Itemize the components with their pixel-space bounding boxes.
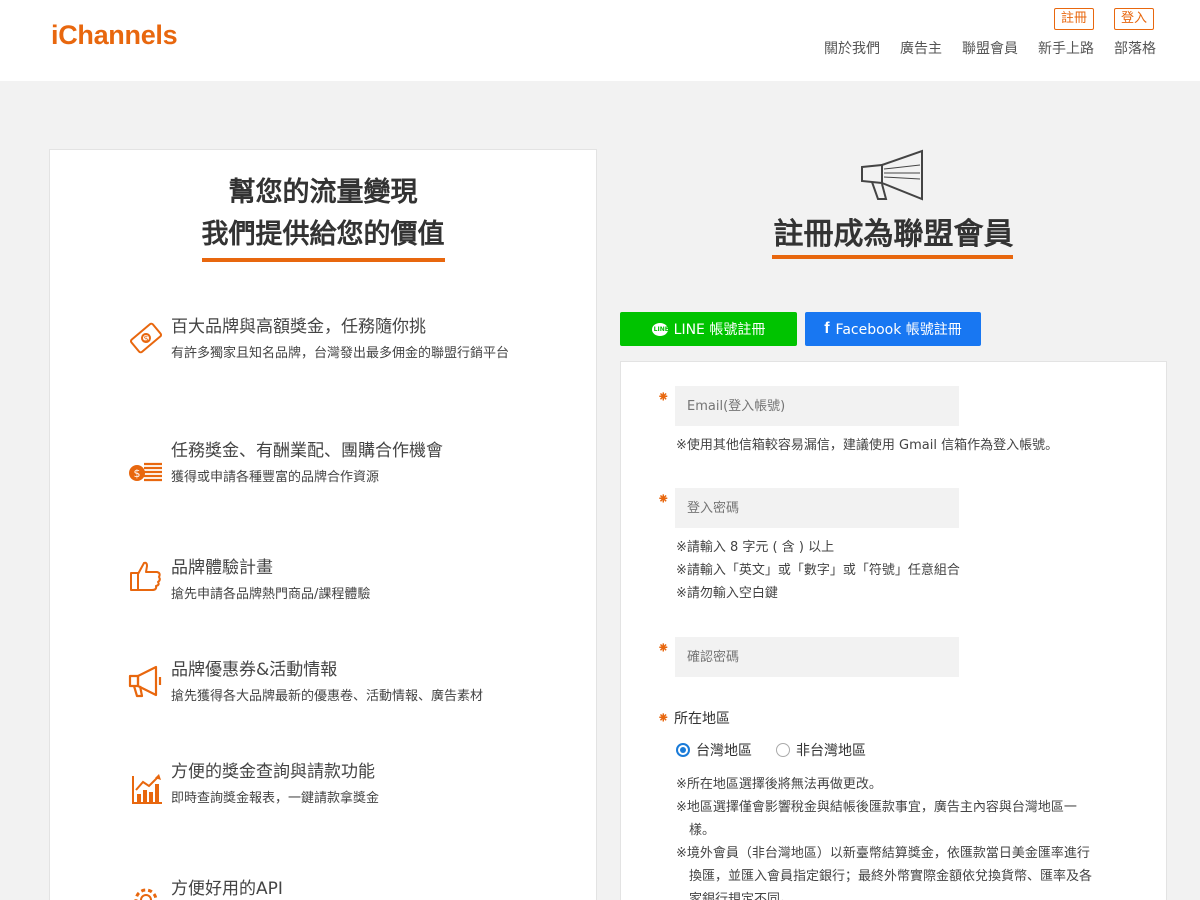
feature-desc: 搶先獲得各大品牌最新的優惠卷、活動情報、廣告素材 bbox=[171, 689, 484, 704]
nav-affiliate[interactable]: 聯盟會員 bbox=[962, 38, 1018, 58]
nav-blog[interactable]: 部落格 bbox=[1114, 38, 1156, 58]
nav-getting-started[interactable]: 新手上路 bbox=[1038, 38, 1094, 58]
value-title-line2: 我們提供給您的價值 bbox=[201, 219, 445, 250]
region-note: ※所在地區選擇後將無法再做更改。 bbox=[676, 777, 882, 792]
region-option-overseas[interactable]: 非台灣地區 bbox=[776, 740, 866, 760]
region-label: 所在地區 bbox=[674, 711, 730, 727]
region-note: 家銀行規定不同。 bbox=[676, 892, 794, 900]
main-nav: 關於我們 廣告主 聯盟會員 新手上路 部落格 bbox=[824, 38, 1156, 58]
value-panel: 幫您的流量變現 我們提供給您的價值 $ 百大品牌與高額獎金，任務隨你挑 有許多獨… bbox=[49, 149, 597, 900]
line-icon: LINE bbox=[651, 322, 669, 336]
feature-title: 品牌優惠券&活動情報 bbox=[171, 660, 338, 680]
megaphone-icon bbox=[861, 149, 923, 201]
login-button[interactable]: 登入 bbox=[1114, 8, 1155, 30]
region-note: 樣。 bbox=[676, 823, 716, 838]
chart-up-icon bbox=[132, 774, 162, 804]
register-title-underline bbox=[772, 255, 1013, 259]
email-note: ※使用其他信箱較容易漏信，建議使用 Gmail 信箱作為登入帳號。 bbox=[676, 438, 1059, 453]
required-mark: ⁕ bbox=[657, 490, 670, 508]
line-register-label: LINE 帳號註冊 bbox=[673, 322, 766, 338]
nav-advertiser[interactable]: 廣告主 bbox=[900, 38, 942, 58]
facebook-icon: f bbox=[824, 320, 830, 337]
title-underline bbox=[201, 258, 445, 262]
svg-text:$: $ bbox=[134, 467, 141, 480]
feature-title: 方便好用的API bbox=[171, 879, 283, 899]
radio-unchecked-icon[interactable] bbox=[776, 743, 790, 757]
password-note: ※請輸入「英文」或「數字」或「符號」任意組合 bbox=[676, 563, 960, 578]
region-notes: ※所在地區選擇後將無法再做更改。 ※地區選擇僅會影響稅金與結帳後匯款事宜，廣告主… bbox=[676, 773, 1092, 900]
register-title: 註冊成為聯盟會員 bbox=[773, 217, 1014, 252]
required-mark: ⁕ bbox=[657, 639, 670, 657]
value-title-line2-wrap: 我們提供給您的價值 bbox=[201, 214, 445, 262]
required-mark: ⁕ bbox=[657, 388, 670, 406]
email-field[interactable] bbox=[675, 386, 959, 426]
site-header: iChannels 註冊 登入 關於我們 廣告主 聯盟會員 新手上路 部落格 bbox=[0, 0, 1200, 81]
gear-icon bbox=[134, 888, 158, 900]
register-button[interactable]: 註冊 bbox=[1054, 8, 1095, 30]
password-field[interactable] bbox=[675, 488, 959, 528]
ichannels-logo[interactable]: iChannels bbox=[51, 20, 178, 51]
confirm-password-field[interactable] bbox=[675, 637, 959, 677]
region-option-label: 非台灣地區 bbox=[796, 743, 866, 759]
money-bill-icon: $ bbox=[129, 322, 163, 354]
thumbs-up-icon bbox=[130, 561, 161, 591]
region-note: ※地區選擇僅會影響稅金與結帳後匯款事宜，廣告主內容與台灣地區一 bbox=[676, 800, 1077, 815]
region-option-taiwan[interactable]: 台灣地區 bbox=[676, 740, 752, 760]
region-note: 換匯，並匯入會員指定銀行；最終外幣實際金額依兌換貨幣、匯率及各 bbox=[676, 869, 1093, 884]
password-notes: ※請輸入 8 字元 ( 含 ) 以上 ※請輸入「英文」或「數字」或「符號」任意組… bbox=[676, 536, 960, 605]
coin-stack-icon: $ bbox=[129, 462, 162, 482]
password-note: ※請輸入 8 字元 ( 含 ) 以上 bbox=[676, 540, 835, 555]
feature-title: 百大品牌與高額獎金，任務隨你挑 bbox=[171, 317, 426, 337]
facebook-register-label: Facebook 帳號註冊 bbox=[835, 322, 962, 338]
nav-about[interactable]: 關於我們 bbox=[824, 38, 880, 58]
password-note: ※請勿輸入空白鍵 bbox=[676, 586, 778, 601]
feature-desc: 即時查詢獎金報表，一鍵請款拿獎金 bbox=[171, 791, 380, 806]
feature-title: 方便的獎金查詢與請款功能 bbox=[171, 762, 375, 782]
megaphone-icon bbox=[128, 665, 162, 698]
logo-text: Channels bbox=[58, 20, 178, 50]
required-mark: ⁕ bbox=[657, 709, 670, 727]
feature-desc: 有許多獨家且知名品牌，台灣發出最多佣金的聯盟行銷平台 bbox=[171, 346, 510, 361]
line-register-button[interactable]: LINE LINE 帳號註冊 bbox=[620, 312, 797, 346]
register-form: ⁕ ※使用其他信箱較容易漏信，建議使用 Gmail 信箱作為登入帳號。 ⁕ ※請… bbox=[620, 361, 1167, 900]
region-note: ※境外會員（非台灣地區）以新臺幣結算獎金，依匯款當日美金匯率進行 bbox=[676, 846, 1090, 861]
feature-title: 品牌體驗計畫 bbox=[171, 558, 273, 578]
feature-desc: 獲得或申請各種豐富的品牌合作資源 bbox=[171, 470, 380, 485]
radio-checked-icon[interactable] bbox=[676, 743, 690, 757]
feature-title: 任務獎金、有酬業配、團購合作機會 bbox=[171, 441, 443, 461]
svg-text:$: $ bbox=[143, 334, 148, 343]
value-title-line1: 幫您的流量變現 bbox=[228, 177, 418, 208]
region-option-label: 台灣地區 bbox=[696, 743, 752, 759]
feature-desc: 搶先申請各品牌熱門商品/課程體驗 bbox=[171, 587, 371, 602]
value-title: 幫您的流量變現 我們提供給您的價值 bbox=[50, 172, 596, 262]
facebook-register-button[interactable]: f Facebook 帳號註冊 bbox=[805, 312, 981, 346]
